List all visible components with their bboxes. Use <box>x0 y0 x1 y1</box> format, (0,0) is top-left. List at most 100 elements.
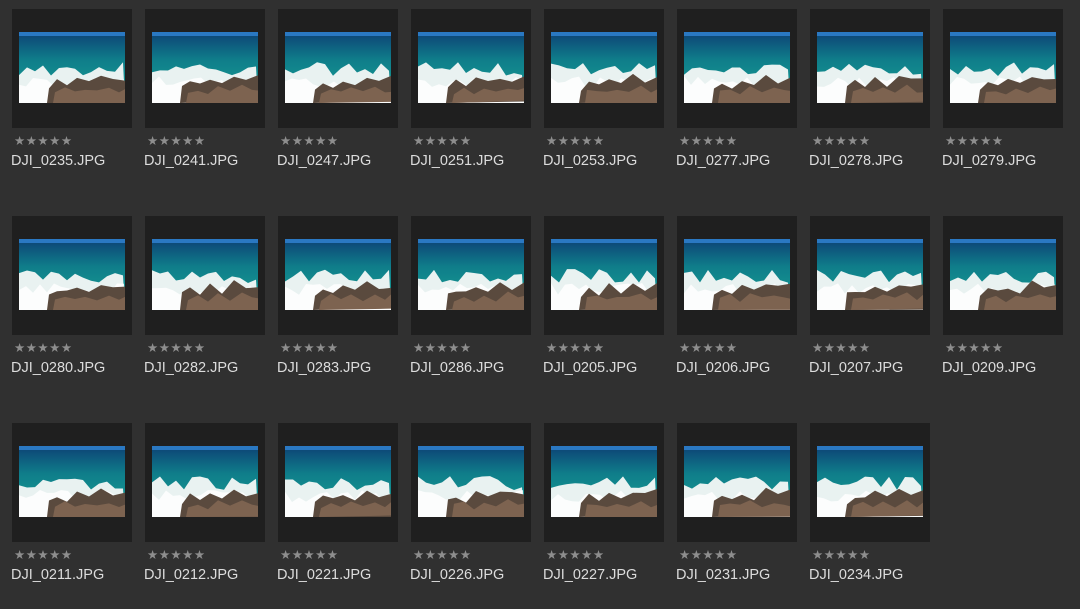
photo-cell-dji_0253-jpg[interactable]: ★★★★★ DJI_0253.JPG <box>543 9 664 189</box>
photo-thumbnail[interactable] <box>950 32 1056 103</box>
thumbnail-frame[interactable] <box>943 9 1063 128</box>
photo-cell-dji_0206-jpg[interactable]: ★★★★★ DJI_0206.JPG <box>676 216 797 396</box>
photo-cell-dji_0283-jpg[interactable]: ★★★★★ DJI_0283.JPG <box>277 216 398 396</box>
photo-thumbnail[interactable] <box>551 239 657 310</box>
photo-thumbnail[interactable] <box>285 446 391 517</box>
photo-filename[interactable]: DJI_0280.JPG <box>11 359 105 377</box>
photo-cell-dji_0227-jpg[interactable]: ★★★★★ DJI_0227.JPG <box>543 423 664 603</box>
rating-stars[interactable]: ★★★★★ <box>945 134 1004 148</box>
rating-stars[interactable]: ★★★★★ <box>413 134 472 148</box>
thumbnail-frame[interactable] <box>145 216 265 335</box>
photo-cell-dji_0212-jpg[interactable]: ★★★★★ DJI_0212.JPG <box>144 423 265 603</box>
photo-cell-dji_0235-jpg[interactable]: ★★★★★ DJI_0235.JPG <box>11 9 132 189</box>
thumbnail-frame[interactable] <box>278 423 398 542</box>
photo-filename[interactable]: DJI_0231.JPG <box>676 566 770 584</box>
rating-stars[interactable]: ★★★★★ <box>413 548 472 562</box>
photo-cell-dji_0226-jpg[interactable]: ★★★★★ DJI_0226.JPG <box>410 423 531 603</box>
photo-filename[interactable]: DJI_0205.JPG <box>543 359 637 377</box>
photo-cell-dji_0209-jpg[interactable]: ★★★★★ DJI_0209.JPG <box>942 216 1063 396</box>
rating-stars[interactable]: ★★★★★ <box>546 341 605 355</box>
photo-thumbnail[interactable] <box>285 239 391 310</box>
thumbnail-frame[interactable] <box>810 423 930 542</box>
photo-cell-dji_0231-jpg[interactable]: ★★★★★ DJI_0231.JPG <box>676 423 797 603</box>
rating-stars[interactable]: ★★★★★ <box>945 341 1004 355</box>
photo-thumbnail[interactable] <box>418 239 524 310</box>
photo-filename[interactable]: DJI_0286.JPG <box>410 359 504 377</box>
thumbnail-frame[interactable] <box>943 216 1063 335</box>
rating-stars[interactable]: ★★★★★ <box>546 548 605 562</box>
photo-thumbnail[interactable] <box>152 446 258 517</box>
thumbnail-frame[interactable] <box>12 423 132 542</box>
photo-thumbnail[interactable] <box>285 32 391 103</box>
photo-thumbnail[interactable] <box>19 32 125 103</box>
photo-filename[interactable]: DJI_0221.JPG <box>277 566 371 584</box>
photo-filename[interactable]: DJI_0206.JPG <box>676 359 770 377</box>
rating-stars[interactable]: ★★★★★ <box>812 341 871 355</box>
photo-filename[interactable]: DJI_0247.JPG <box>277 152 371 170</box>
photo-filename[interactable]: DJI_0212.JPG <box>144 566 238 584</box>
photo-cell-dji_0282-jpg[interactable]: ★★★★★ DJI_0282.JPG <box>144 216 265 396</box>
photo-filename[interactable]: DJI_0209.JPG <box>942 359 1036 377</box>
photo-thumbnail[interactable] <box>950 239 1056 310</box>
photo-thumbnail[interactable] <box>684 32 790 103</box>
photo-thumbnail[interactable] <box>418 32 524 103</box>
photo-thumbnail[interactable] <box>817 239 923 310</box>
photo-filename[interactable]: DJI_0235.JPG <box>11 152 105 170</box>
photo-filename[interactable]: DJI_0283.JPG <box>277 359 371 377</box>
photo-thumbnail[interactable] <box>19 446 125 517</box>
photo-cell-dji_0278-jpg[interactable]: ★★★★★ DJI_0278.JPG <box>809 9 930 189</box>
thumbnail-frame[interactable] <box>677 423 797 542</box>
thumbnail-frame[interactable] <box>278 216 398 335</box>
photo-filename[interactable]: DJI_0277.JPG <box>676 152 770 170</box>
photo-cell-dji_0207-jpg[interactable]: ★★★★★ DJI_0207.JPG <box>809 216 930 396</box>
rating-stars[interactable]: ★★★★★ <box>679 548 738 562</box>
photo-thumbnail[interactable] <box>551 32 657 103</box>
rating-stars[interactable]: ★★★★★ <box>280 548 339 562</box>
rating-stars[interactable]: ★★★★★ <box>812 548 871 562</box>
photo-filename[interactable]: DJI_0251.JPG <box>410 152 504 170</box>
thumbnail-frame[interactable] <box>411 216 531 335</box>
photo-thumbnail[interactable] <box>152 239 258 310</box>
photo-cell-dji_0279-jpg[interactable]: ★★★★★ DJI_0279.JPG <box>942 9 1063 189</box>
photo-cell-dji_0211-jpg[interactable]: ★★★★★ DJI_0211.JPG <box>11 423 132 603</box>
thumbnail-frame[interactable] <box>544 9 664 128</box>
photo-cell-dji_0205-jpg[interactable]: ★★★★★ DJI_0205.JPG <box>543 216 664 396</box>
rating-stars[interactable]: ★★★★★ <box>280 134 339 148</box>
photo-thumbnail[interactable] <box>551 446 657 517</box>
rating-stars[interactable]: ★★★★★ <box>147 548 206 562</box>
photo-cell-dji_0241-jpg[interactable]: ★★★★★ DJI_0241.JPG <box>144 9 265 189</box>
rating-stars[interactable]: ★★★★★ <box>546 134 605 148</box>
photo-cell-dji_0286-jpg[interactable]: ★★★★★ DJI_0286.JPG <box>410 216 531 396</box>
thumbnail-frame[interactable] <box>145 9 265 128</box>
photo-cell-dji_0277-jpg[interactable]: ★★★★★ DJI_0277.JPG <box>676 9 797 189</box>
thumbnail-frame[interactable] <box>145 423 265 542</box>
rating-stars[interactable]: ★★★★★ <box>280 341 339 355</box>
rating-stars[interactable]: ★★★★★ <box>14 548 73 562</box>
photo-thumbnail[interactable] <box>19 239 125 310</box>
photo-filename[interactable]: DJI_0279.JPG <box>942 152 1036 170</box>
photo-filename[interactable]: DJI_0207.JPG <box>809 359 903 377</box>
thumbnail-frame[interactable] <box>12 9 132 128</box>
rating-stars[interactable]: ★★★★★ <box>812 134 871 148</box>
photo-filename[interactable]: DJI_0226.JPG <box>410 566 504 584</box>
photo-cell-dji_0234-jpg[interactable]: ★★★★★ DJI_0234.JPG <box>809 423 930 603</box>
photo-thumbnail[interactable] <box>152 32 258 103</box>
thumbnail-frame[interactable] <box>677 216 797 335</box>
photo-cell-dji_0251-jpg[interactable]: ★★★★★ DJI_0251.JPG <box>410 9 531 189</box>
rating-stars[interactable]: ★★★★★ <box>413 341 472 355</box>
photo-filename[interactable]: DJI_0282.JPG <box>144 359 238 377</box>
rating-stars[interactable]: ★★★★★ <box>147 134 206 148</box>
rating-stars[interactable]: ★★★★★ <box>147 341 206 355</box>
rating-stars[interactable]: ★★★★★ <box>679 341 738 355</box>
photo-filename[interactable]: DJI_0278.JPG <box>809 152 903 170</box>
rating-stars[interactable]: ★★★★★ <box>14 341 73 355</box>
photo-filename[interactable]: DJI_0227.JPG <box>543 566 637 584</box>
thumbnail-frame[interactable] <box>278 9 398 128</box>
photo-cell-dji_0221-jpg[interactable]: ★★★★★ DJI_0221.JPG <box>277 423 398 603</box>
photo-thumbnail[interactable] <box>418 446 524 517</box>
photo-filename[interactable]: DJI_0253.JPG <box>543 152 637 170</box>
thumbnail-frame[interactable] <box>411 9 531 128</box>
photo-thumbnail[interactable] <box>817 32 923 103</box>
thumbnail-frame[interactable] <box>411 423 531 542</box>
thumbnail-frame[interactable] <box>810 9 930 128</box>
